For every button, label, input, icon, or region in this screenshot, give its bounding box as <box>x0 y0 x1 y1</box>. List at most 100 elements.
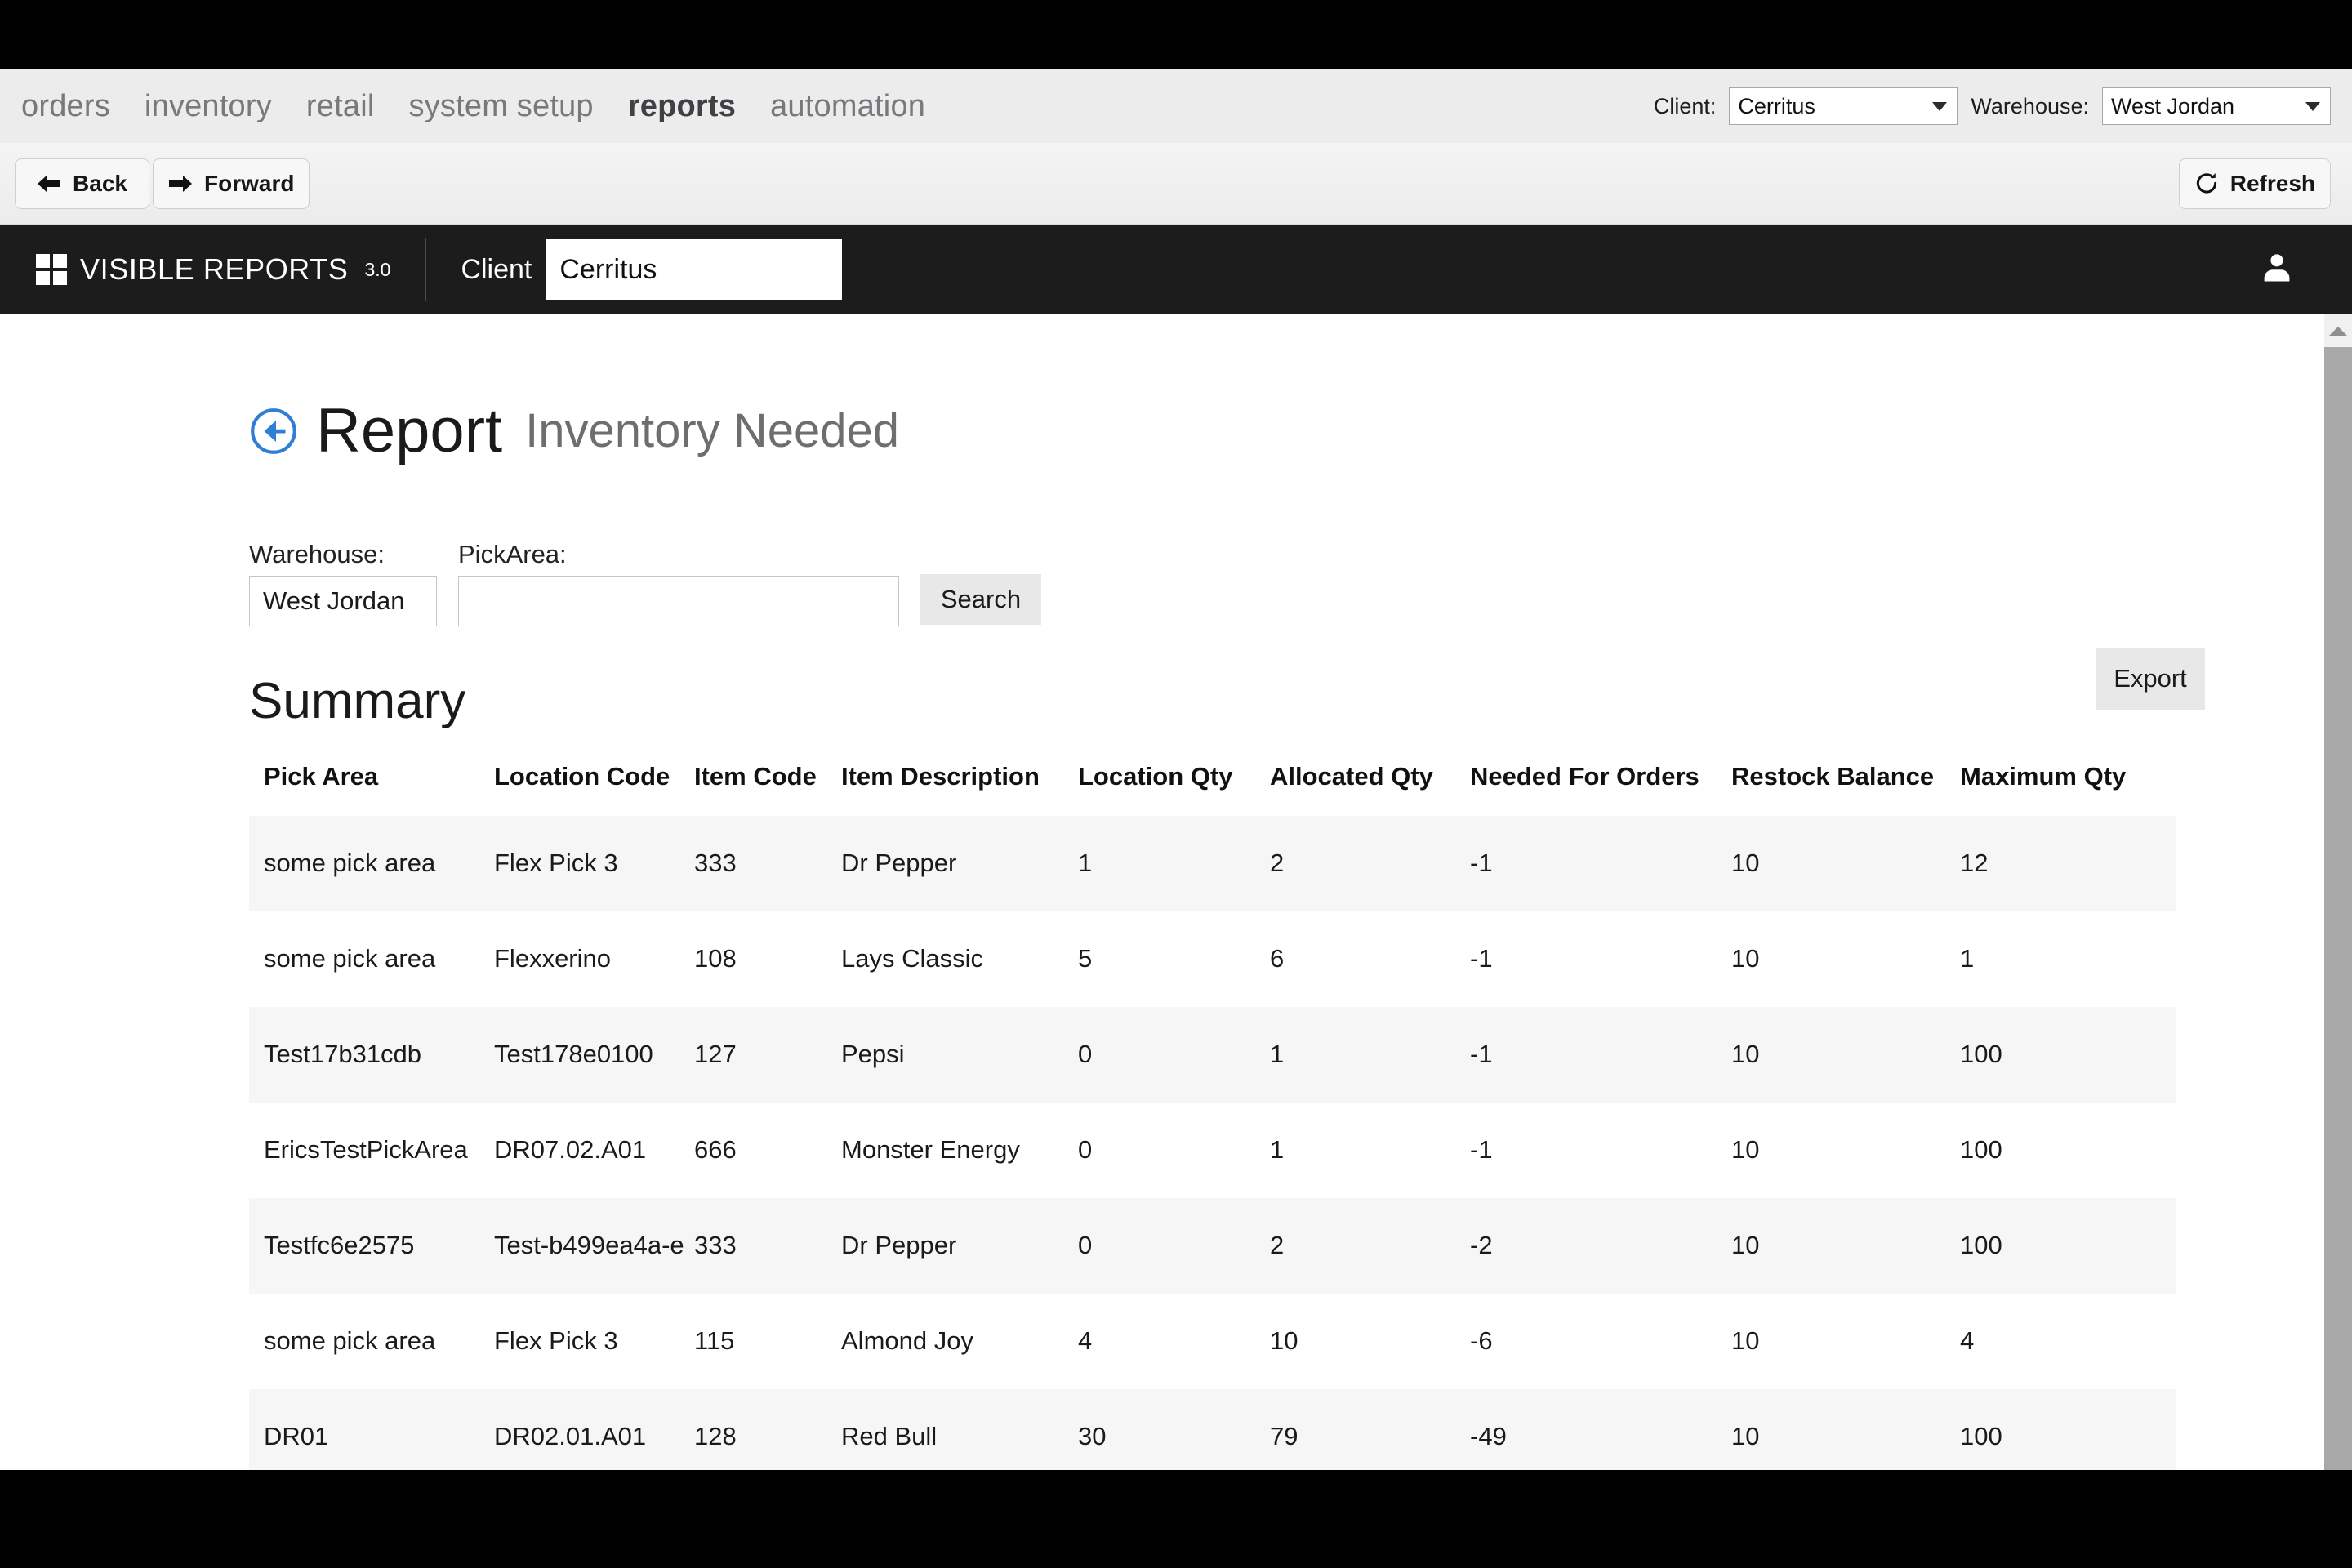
refresh-button-label: Refresh <box>2230 170 2315 196</box>
refresh-button[interactable]: Refresh <box>2178 158 2331 209</box>
cell-maximum-qty: 100 <box>1960 1230 2002 1259</box>
cell-item-description: Pepsi <box>841 1039 905 1068</box>
cell-item-description: Monster Energy <box>841 1134 1020 1164</box>
col-header-location-qty[interactable]: Location Qty <box>1078 762 1270 816</box>
nav-link-inventory[interactable]: inventory <box>145 89 272 124</box>
chevron-down-icon <box>1932 101 1948 111</box>
cell-restock-balance: 10 <box>1731 1039 1760 1068</box>
nav-link-automation[interactable]: automation <box>770 89 925 124</box>
cell-needed-for-orders: -6 <box>1470 1325 1493 1355</box>
cell-needed-for-orders: -2 <box>1470 1230 1493 1259</box>
nav-client-select[interactable]: Cerritus <box>1729 87 1958 125</box>
brand-client-input[interactable] <box>546 239 843 300</box>
scroll-up-arrow-icon[interactable] <box>2324 314 2352 347</box>
table-row[interactable]: some pick area Flex Pick 3 333 Dr Pepper 1 2-… <box>249 816 2176 911</box>
report-content: Report Inventory Needed Warehouse: PickA… <box>0 314 2352 1470</box>
cell-item-description: Almond Joy <box>841 1325 973 1355</box>
forward-button-label: Forward <box>204 170 295 196</box>
summary-table: Pick Area Location Code Item Code Item D… <box>249 762 2176 1470</box>
filter-bar: Warehouse: PickArea: Search <box>249 540 2303 626</box>
cell-location-qty: 30 <box>1078 1421 1107 1450</box>
col-header-restock-balance[interactable]: Restock Balance <box>1731 762 1960 816</box>
cell-location-code: Test-b499ea4a-e <box>494 1230 684 1259</box>
cell-location-qty: 4 <box>1078 1325 1093 1355</box>
nav-link-system-setup[interactable]: system setup <box>409 89 594 124</box>
cell-item-description: Red Bull <box>841 1421 938 1450</box>
arrow-right-icon <box>168 174 193 194</box>
cell-location-qty: 1 <box>1078 849 1093 877</box>
cell-location-code: Flexxerino <box>494 943 611 973</box>
product-name: VISIBLE REPORTS <box>80 252 349 286</box>
table-row[interactable]: some pick area Flex Pick 3 115 Almond Joy 4 1… <box>249 1293 2176 1389</box>
app-viewport: orders inventory retail system setup rep… <box>0 69 2352 1470</box>
nav-client-label: Client: <box>1653 93 1717 118</box>
search-button[interactable]: Search <box>920 573 1041 625</box>
nav-warehouse-select[interactable]: West Jordan <box>2102 87 2331 125</box>
col-header-allocated-qty[interactable]: Allocated Qty <box>1270 762 1470 816</box>
circled-arrow-left-icon[interactable] <box>249 407 298 456</box>
user-account-icon[interactable] <box>2259 250 2295 290</box>
cell-needed-for-orders: -49 <box>1470 1421 1507 1450</box>
refresh-icon <box>2194 172 2219 196</box>
cell-needed-for-orders: -1 <box>1470 1039 1493 1068</box>
cell-location-code: DR07.02.A01 <box>494 1134 647 1164</box>
cell-allocated-qty: 79 <box>1270 1421 1298 1450</box>
table-row[interactable]: EricsTestPickArea DR07.02.A01 666 Monster E… <box>249 1102 2176 1198</box>
cell-item-code: 108 <box>694 943 737 973</box>
cell-maximum-qty: 100 <box>1960 1134 2002 1164</box>
cell-item-code: 115 <box>694 1325 735 1355</box>
table-row[interactable]: Test17b31cdb Test178e0100 127 Pepsi 0 1 -1 10 10… <box>249 1006 2176 1102</box>
col-header-item-code[interactable]: Item Code <box>694 762 841 816</box>
warehouse-input[interactable] <box>249 575 437 626</box>
col-header-pick-area[interactable]: Pick Area <box>249 762 494 816</box>
pickarea-input[interactable] <box>458 575 899 626</box>
forward-button[interactable]: Forward <box>153 158 310 209</box>
col-header-item-description[interactable]: Item Description <box>841 762 1078 816</box>
nav-warehouse-label: Warehouse: <box>1971 93 2089 118</box>
nav-right-controls: Client: Cerritus Warehouse: West Jordan <box>1654 69 2331 143</box>
brand-lockup: VISIBLE REPORTS 3.0 <box>0 252 390 287</box>
cell-pick-area: some pick area <box>264 1325 436 1355</box>
cell-allocated-qty: 2 <box>1270 1230 1285 1259</box>
arrow-left-icon <box>37 174 61 194</box>
col-header-maximum-qty[interactable]: Maximum Qty <box>1960 762 2176 816</box>
cell-restock-balance: 10 <box>1731 1134 1760 1164</box>
cell-pick-area: EricsTestPickArea <box>264 1134 468 1164</box>
page-title: Report <box>316 395 503 466</box>
cell-item-description: Lays Classic <box>841 943 983 973</box>
back-button[interactable]: Back <box>15 158 149 209</box>
nav-link-retail[interactable]: retail <box>306 89 375 124</box>
warehouse-field-label: Warehouse: <box>249 539 385 568</box>
toolbar-right: Refresh <box>2178 158 2331 209</box>
table-row[interactable]: DR01 DR02.01.A01 128 Red Bull 30 79 -49 10 100 <box>249 1388 2176 1470</box>
cell-restock-balance: 10 <box>1731 943 1760 973</box>
four-squares-grid-icon <box>36 254 67 285</box>
top-navigation-bar: orders inventory retail system setup rep… <box>0 69 2352 143</box>
page-title-row: Report Inventory Needed <box>249 314 2303 504</box>
pickarea-field-label: PickArea: <box>458 539 567 568</box>
scrollbar-thumb[interactable] <box>2324 347 2352 1470</box>
page-subtitle: Inventory Needed <box>525 403 899 457</box>
nav-links: orders inventory retail system setup rep… <box>0 89 925 124</box>
cell-pick-area: Testfc6e2575 <box>264 1230 415 1259</box>
cell-allocated-qty: 1 <box>1270 1134 1285 1164</box>
cell-needed-for-orders: -1 <box>1470 1134 1493 1164</box>
nav-client-value: Cerritus <box>1738 93 1815 118</box>
table-row[interactable]: Testfc6e2575 Test-b499ea4a-e 333 Dr Pepper 0… <box>249 1197 2176 1294</box>
cell-restock-balance: 10 <box>1731 1421 1760 1450</box>
cell-allocated-qty: 10 <box>1270 1325 1298 1355</box>
cell-location-code: Flex Pick 3 <box>494 849 618 877</box>
cell-maximum-qty: 100 <box>1960 1039 2002 1068</box>
cell-item-code: 333 <box>694 849 737 877</box>
vertical-scrollbar[interactable] <box>2324 314 2352 1470</box>
nav-link-orders[interactable]: orders <box>21 89 110 124</box>
summary-table-head: Pick Area Location Code Item Code Item D… <box>249 762 2176 816</box>
col-header-location-code[interactable]: Location Code <box>494 762 694 816</box>
table-row[interactable]: some pick area Flexxerino 108 Lays Classic 5… <box>249 911 2176 1007</box>
cell-item-description: Dr Pepper <box>841 1230 957 1259</box>
nav-link-reports[interactable]: reports <box>628 89 736 124</box>
report-content-inner: Report Inventory Needed Warehouse: PickA… <box>0 314 2352 1470</box>
cell-location-code: Flex Pick 3 <box>494 1325 618 1355</box>
col-header-needed-for-orders[interactable]: Needed For Orders <box>1470 762 1731 816</box>
export-button[interactable]: Export <box>2096 647 2205 710</box>
